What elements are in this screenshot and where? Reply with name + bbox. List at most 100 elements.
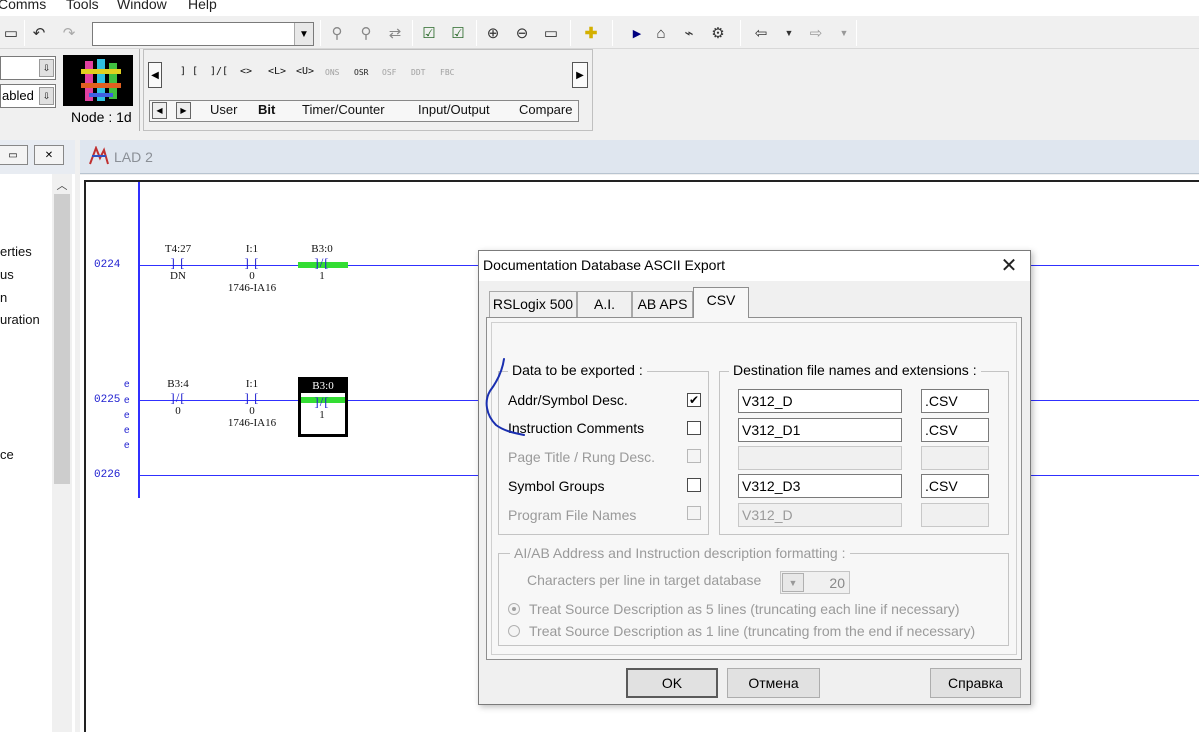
- menu-help[interactable]: Help: [188, 0, 217, 12]
- palette-tab-timer-counter[interactable]: Timer/Counter: [302, 102, 385, 117]
- radio-five-lines[interactable]: [508, 603, 520, 615]
- contact-instruction[interactable]: B3:0 ]/[ 1: [302, 243, 342, 282]
- chevron-down-icon[interactable]: ▼: [294, 23, 313, 45]
- palette-tab-bit[interactable]: Bit: [258, 102, 275, 117]
- chars-per-line-spinner[interactable]: ▼ 20: [780, 571, 850, 594]
- tree-item-n[interactable]: n: [0, 290, 7, 305]
- redo-icon[interactable]: ↷: [58, 22, 80, 44]
- close-icon[interactable]: ✕: [997, 253, 1021, 277]
- chevron-down-icon[interactable]: ▼: [782, 573, 804, 592]
- contact-instruction[interactable]: I:1 ] [ 0 1746-IA16: [220, 378, 284, 429]
- rung-number[interactable]: 0226: [94, 469, 120, 481]
- osr-instruction-icon[interactable]: OSR: [354, 68, 368, 77]
- ons-instruction-icon[interactable]: ONS: [325, 68, 339, 77]
- edits-combo[interactable]: abled ⇩: [0, 84, 56, 108]
- tab-ai[interactable]: A.I.: [577, 291, 632, 317]
- undo-icon[interactable]: ↶: [28, 22, 50, 44]
- help-button[interactable]: Справка: [930, 668, 1021, 698]
- palette-scroll-left-icon[interactable]: ◀: [148, 62, 162, 88]
- ddt-instruction-icon[interactable]: DDT: [411, 68, 425, 77]
- find-icon[interactable]: ⚲: [326, 22, 348, 44]
- filename-input-page-title[interactable]: [738, 446, 902, 470]
- paste-icon[interactable]: ▭: [0, 22, 22, 44]
- contact-instruction[interactable]: T4:27 ] [ DN: [158, 243, 198, 282]
- checkbox-addr-symbol[interactable]: ✔: [687, 393, 701, 407]
- ext-input-symbol-groups[interactable]: .CSV: [921, 474, 989, 498]
- ext-input-program-file-names[interactable]: [921, 503, 989, 527]
- contact-address: B3:0: [301, 380, 345, 393]
- replace-icon[interactable]: ⇄: [384, 22, 406, 44]
- osf-instruction-icon[interactable]: OSF: [382, 68, 396, 77]
- checkbox-symbol-groups[interactable]: [687, 478, 701, 492]
- palette-scroll-right-icon[interactable]: ▶: [572, 62, 588, 88]
- mode-combo[interactable]: ⇩: [0, 56, 56, 80]
- filename-input-instruction-comments[interactable]: V312_D1: [738, 418, 902, 442]
- zoom-out-icon[interactable]: ⊖: [511, 22, 533, 44]
- cancel-button[interactable]: Отмена: [727, 668, 820, 698]
- contact-instruction[interactable]: ]/[ 1: [302, 394, 342, 421]
- verify-file-icon[interactable]: ☑: [418, 22, 440, 44]
- edit-marker: e: [124, 425, 130, 436]
- palette-tab-input-output[interactable]: Input/Output: [418, 102, 490, 117]
- scrollbar-thumb[interactable]: [54, 194, 70, 484]
- toolbar-separator: [856, 20, 857, 46]
- palette-tab-compare[interactable]: Compare: [519, 102, 572, 117]
- rung-number[interactable]: 0225: [94, 394, 120, 406]
- scroll-up-icon[interactable]: ︿: [52, 176, 72, 193]
- xic-instruction-icon[interactable]: ] [: [180, 66, 198, 77]
- ext-input-addr-symbol[interactable]: .CSV: [921, 389, 989, 413]
- ok-button[interactable]: OK: [626, 668, 718, 698]
- add-icon[interactable]: ✚: [580, 22, 602, 44]
- zoom-in-icon[interactable]: ⊕: [482, 22, 504, 44]
- otl-instruction-icon[interactable]: <L>: [268, 66, 286, 77]
- tab-prev-icon[interactable]: ◀: [152, 102, 167, 119]
- contact-bit: 0: [175, 405, 181, 417]
- fbc-instruction-icon[interactable]: FBC: [440, 68, 454, 77]
- tree-item-ce[interactable]: ce: [0, 447, 14, 462]
- back-arrow-icon[interactable]: ⇦: [750, 22, 772, 44]
- chevron-down-icon[interactable]: ⇩: [39, 59, 54, 77]
- search-combo[interactable]: [92, 22, 314, 46]
- chevron-down-icon[interactable]: ▼: [778, 22, 800, 44]
- go-online-icon[interactable]: ⌂: [650, 22, 672, 44]
- radio-one-line[interactable]: [508, 625, 520, 637]
- properties-icon[interactable]: ⚙: [707, 22, 729, 44]
- tab-next-icon[interactable]: ▶: [176, 102, 191, 119]
- destination-group-label: Destination file names and extensions :: [729, 362, 981, 378]
- forward-arrow-icon[interactable]: ⇨: [805, 22, 827, 44]
- menu-window[interactable]: Window: [117, 0, 167, 12]
- otu-instruction-icon[interactable]: <U>: [296, 66, 314, 77]
- checkbox-program-file-names[interactable]: [687, 506, 701, 520]
- contact-instruction[interactable]: B3:4 ]/[ 0: [158, 378, 198, 417]
- verify-project-icon[interactable]: ☑: [447, 22, 469, 44]
- checkbox-page-title[interactable]: [687, 449, 701, 463]
- ote-instruction-icon[interactable]: <>: [240, 66, 252, 77]
- contact-instruction[interactable]: I:1 ] [ 0 1746-IA16: [220, 243, 284, 294]
- chevron-down-icon[interactable]: ⇩: [39, 87, 54, 105]
- ext-input-page-title[interactable]: [921, 446, 989, 470]
- tree-item-configuration[interactable]: uration: [0, 312, 40, 327]
- tab-csv[interactable]: CSV: [693, 287, 749, 318]
- find-next-icon[interactable]: ⚲: [355, 22, 377, 44]
- menu-tools[interactable]: Tools: [66, 0, 99, 12]
- menu-comms[interactable]: Comms: [0, 0, 46, 12]
- tree-item-properties[interactable]: erties: [0, 244, 32, 259]
- chevron-down-icon[interactable]: ▼: [833, 22, 855, 44]
- ext-input-instruction-comments[interactable]: .CSV: [921, 418, 989, 442]
- rung-number[interactable]: 0224: [94, 259, 120, 271]
- toolbar-separator: [570, 20, 571, 46]
- restore-icon[interactable]: ▭: [0, 145, 28, 165]
- trend-icon[interactable]: ⌁: [678, 22, 700, 44]
- checkbox-instruction-comments[interactable]: [687, 421, 701, 435]
- window-icon[interactable]: ▭: [540, 22, 562, 44]
- tab-rslogix500[interactable]: RSLogix 500: [489, 291, 577, 317]
- filename-input-symbol-groups[interactable]: V312_D3: [738, 474, 902, 498]
- close-icon[interactable]: ✕: [34, 145, 64, 165]
- palette-tab-user[interactable]: User: [210, 102, 237, 117]
- run-icon[interactable]: ▶: [626, 22, 648, 44]
- xio-instruction-icon[interactable]: ]/[: [210, 66, 228, 77]
- filename-input-program-file-names[interactable]: V312_D: [738, 503, 902, 527]
- tree-item-status[interactable]: us: [0, 267, 14, 282]
- tab-ab-aps[interactable]: AB APS: [632, 291, 693, 317]
- filename-input-addr-symbol[interactable]: V312_D: [738, 389, 902, 413]
